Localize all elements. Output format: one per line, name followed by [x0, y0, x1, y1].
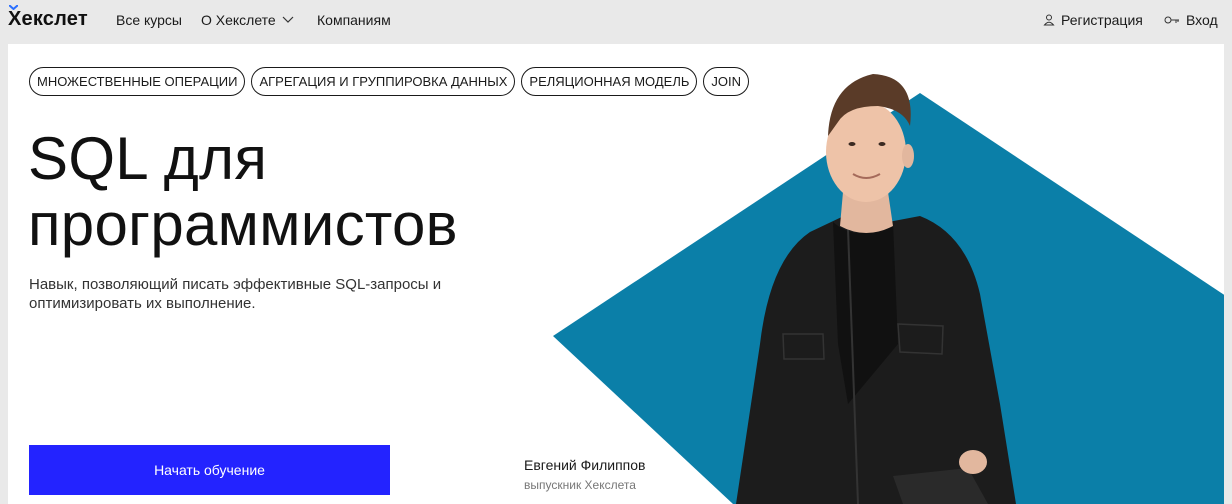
start-learning-button[interactable]: Начать обучение — [29, 445, 390, 495]
top-navigation-bar: Хекслет Все курсы О Хекслете Компаниям Р… — [0, 0, 1232, 44]
graduate-role: выпускник Хекслета — [524, 478, 636, 492]
chevron-down-icon — [282, 16, 294, 23]
hexlet-logo[interactable]: Хекслет — [8, 5, 88, 31]
start-learning-label: Начать обучение — [154, 462, 265, 478]
title-line-2: программистов — [28, 191, 458, 258]
nav-companies[interactable]: Компаниям — [317, 12, 391, 28]
tag-set-operations[interactable]: МНОЖЕСТВЕННЫЕ ОПЕРАЦИИ — [29, 67, 246, 96]
graduate-name: Евгений Филиппов — [524, 457, 646, 473]
nav-about-label: О Хекслете — [201, 12, 276, 28]
tag-aggregation[interactable]: АГРЕГАЦИЯ И ГРУППИРОВКА ДАННЫХ — [251, 67, 516, 96]
title-line-1: SQL для — [28, 125, 268, 192]
nav-companies-label: Компаниям — [317, 12, 391, 28]
nav-all-courses[interactable]: Все курсы — [116, 12, 182, 28]
nav-all-courses-label: Все курсы — [116, 12, 182, 28]
hero-illustration — [553, 74, 1224, 504]
logo-text: Хекслет — [8, 8, 88, 30]
login-label: Вход — [1186, 12, 1218, 28]
logo-accent-icon — [9, 5, 18, 10]
nav-about-dropdown[interactable]: О Хекслете — [201, 12, 294, 28]
key-icon — [1164, 16, 1179, 24]
course-description: Навык, позволяющий писать эффективные SQ… — [29, 276, 442, 312]
page-title: SQL для программистов — [28, 126, 548, 258]
register-link[interactable]: Регистрация — [1043, 12, 1143, 28]
register-label: Регистрация — [1061, 12, 1143, 28]
hero-card: МНОЖЕСТВЕННЫЕ ОПЕРАЦИИ АГРЕГАЦИЯ И ГРУПП… — [8, 44, 1224, 504]
login-link[interactable]: Вход — [1164, 12, 1218, 28]
user-icon — [1043, 14, 1055, 26]
